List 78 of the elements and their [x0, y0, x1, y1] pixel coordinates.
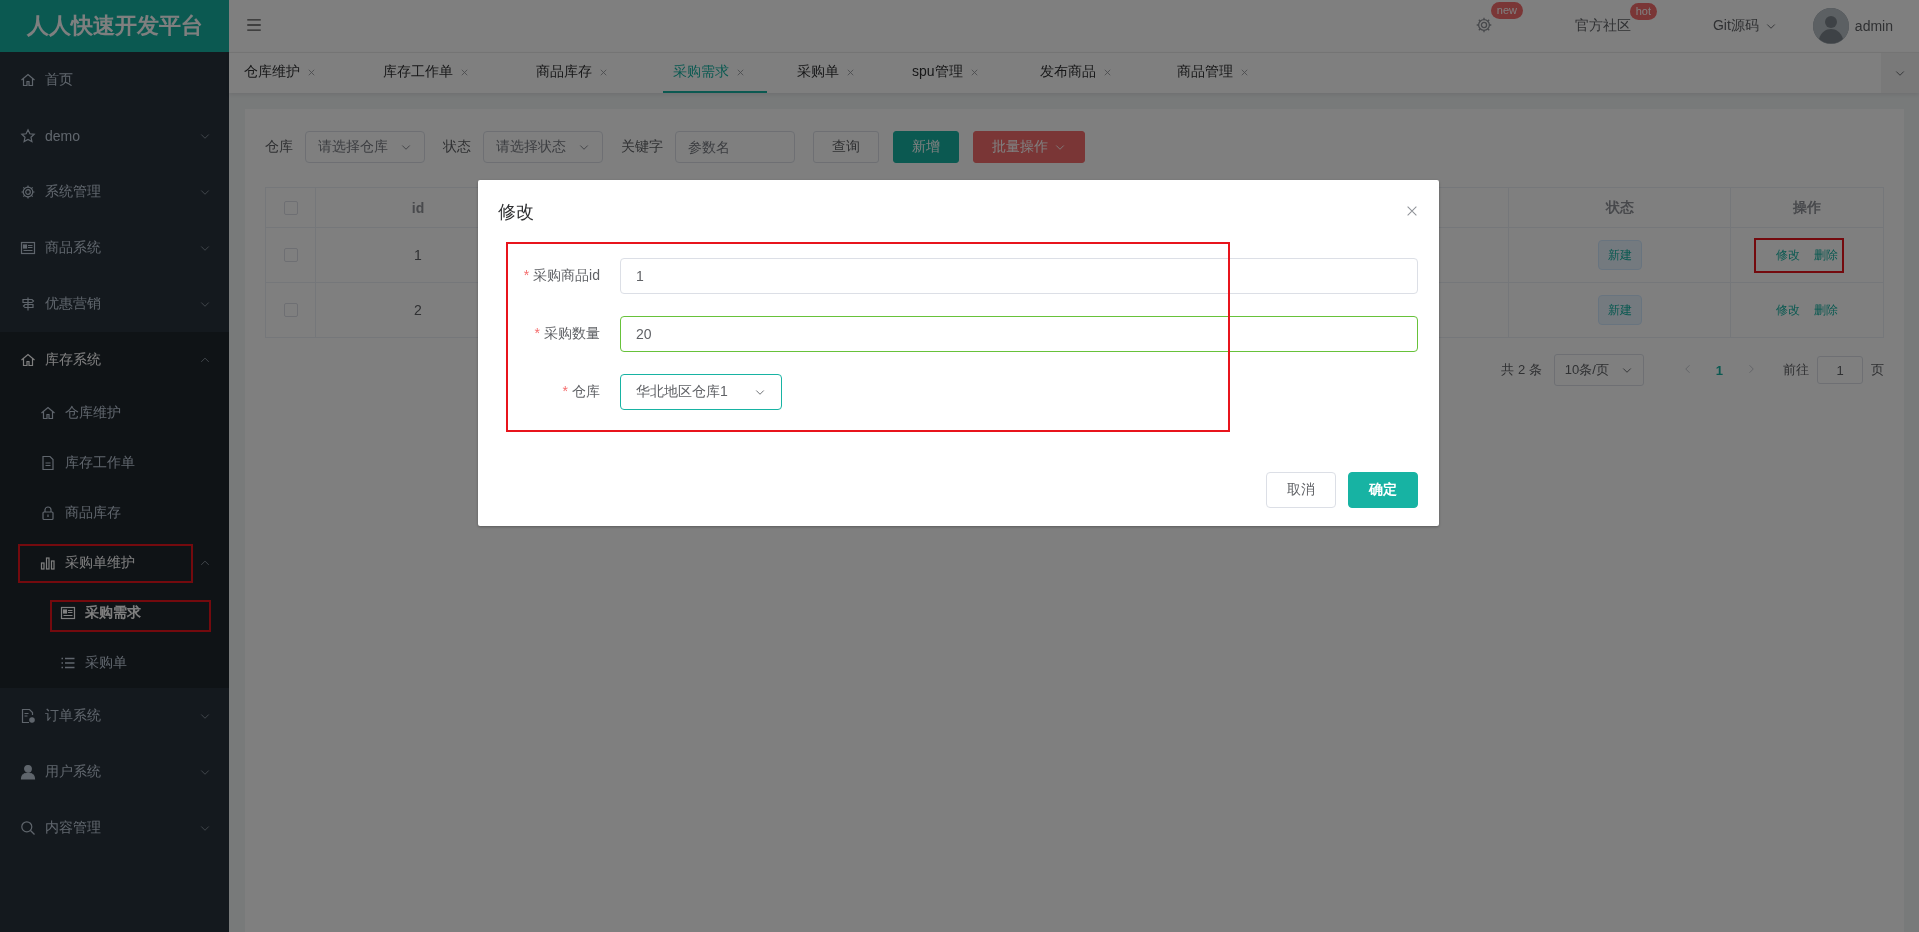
document-icon — [20, 240, 36, 256]
total-count: 共 2 条 — [1501, 361, 1542, 379]
tab[interactable]: spu管理 — [902, 53, 1001, 93]
tab[interactable]: 商品管理 — [1166, 53, 1271, 93]
menu-item[interactable]: 系统管理 — [0, 164, 229, 220]
file-gear-icon — [20, 708, 36, 724]
avatar[interactable] — [1812, 8, 1849, 44]
submenu-item[interactable]: 采购单维护 — [0, 538, 229, 588]
submenu-item[interactable]: 商品库存 — [0, 488, 229, 538]
bar-chart-icon — [40, 555, 56, 571]
batch-button[interactable]: 批量操作 — [973, 131, 1085, 163]
app-logo[interactable]: 人人快速开发平台 — [0, 0, 229, 52]
home-icon — [40, 405, 56, 421]
gear-icon — [20, 184, 36, 200]
menu-item[interactable]: 首页 — [0, 52, 229, 108]
confirm-button[interactable]: 确定 — [1348, 472, 1418, 508]
star-icon — [20, 128, 36, 144]
field-label: 关键字 — [621, 138, 663, 156]
tab[interactable]: 仓库维护 — [234, 53, 338, 93]
card-icon — [60, 605, 76, 621]
submenu-item[interactable]: 采购需求 — [0, 588, 229, 638]
action-link[interactable]: 删除 — [1814, 246, 1838, 264]
action-link[interactable]: 修改 — [1776, 246, 1800, 264]
page-number[interactable]: 1 — [1715, 362, 1723, 378]
field-label: 仓库 — [265, 138, 293, 156]
dialog-title: 修改 — [498, 201, 534, 224]
list-icon — [60, 655, 76, 671]
tab[interactable]: 库存工作单 — [373, 53, 491, 93]
goto-label: 前往 — [1783, 361, 1809, 379]
tab[interactable]: 商品库存 — [526, 53, 630, 93]
query-button[interactable]: 查询 — [813, 131, 879, 163]
table-cell: 2 — [414, 302, 422, 318]
form-label: * 采购数量 — [533, 325, 600, 343]
select-field[interactable]: 请选择状态 — [483, 131, 603, 163]
home-icon — [20, 352, 36, 368]
lock-icon — [40, 505, 56, 521]
tabs-menu-button[interactable] — [1881, 53, 1919, 93]
field-label: 状态 — [443, 138, 471, 156]
menu-item[interactable]: 商品系统 — [0, 220, 229, 276]
tab[interactable]: 发布商品 — [1029, 53, 1134, 93]
select-field[interactable]: 请选择仓库 — [305, 131, 425, 163]
page-size-select[interactable]: 10条/页 — [1553, 354, 1644, 386]
form-label: * 采购商品id — [522, 267, 600, 285]
search-icon — [20, 820, 36, 836]
git-menu[interactable]: Git源码 — [1712, 17, 1759, 35]
page-suffix: 页 — [1871, 361, 1884, 379]
action-link[interactable]: 修改 — [1776, 301, 1800, 319]
home-icon — [20, 72, 36, 88]
menu-item[interactable]: 订单系统 — [0, 688, 229, 744]
select-field[interactable]: 华北地区仓库1 — [620, 374, 782, 410]
status-tag: 新建 — [1597, 295, 1642, 325]
page-input[interactable]: 1 — [1817, 356, 1863, 384]
menu-item[interactable]: 用户系统 — [0, 744, 229, 800]
submenu-item[interactable]: 采购单 — [0, 638, 229, 688]
menu-item[interactable]: 库存系统 — [0, 332, 229, 388]
action-link[interactable]: 删除 — [1814, 301, 1838, 319]
badge: new — [1490, 1, 1523, 19]
cancel-button[interactable]: 取消 — [1266, 472, 1336, 508]
add-button[interactable]: 新增 — [893, 131, 959, 163]
input-field[interactable]: 1 — [620, 258, 1418, 294]
badge: hot — [1629, 3, 1657, 20]
form-label: * 仓库 — [561, 383, 600, 401]
input-field[interactable]: 20 — [620, 316, 1418, 352]
menu-item[interactable]: 优惠营销 — [0, 276, 229, 332]
user-icon — [20, 764, 36, 780]
input-field[interactable]: 参数名 — [675, 131, 795, 163]
table-cell: 1 — [414, 247, 422, 263]
settings-icon — [1474, 15, 1493, 34]
user-name[interactable]: admin — [1854, 18, 1893, 34]
menu-item[interactable]: 内容管理 — [0, 800, 229, 856]
community-link[interactable]: 官方社区 — [1574, 17, 1631, 35]
submenu-item[interactable]: 库存工作单 — [0, 438, 229, 488]
submenu-item[interactable]: 仓库维护 — [0, 388, 229, 438]
tab[interactable]: 采购单 — [787, 53, 877, 93]
menu-item[interactable]: demo — [0, 108, 229, 164]
signpost-icon — [20, 296, 36, 312]
status-tag: 新建 — [1597, 240, 1642, 270]
file-icon — [40, 455, 56, 471]
